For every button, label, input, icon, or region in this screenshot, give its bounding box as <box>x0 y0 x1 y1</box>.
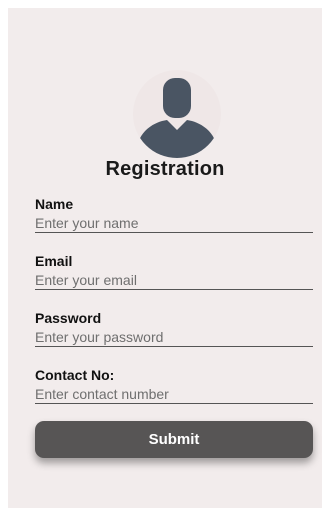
email-label: Email <box>35 253 73 269</box>
form-title: Registration <box>105 158 225 180</box>
contact-input[interactable] <box>35 385 313 404</box>
name-label: Name <box>35 196 74 212</box>
avatar <box>133 70 221 158</box>
email-field-group: Email <box>35 253 313 290</box>
password-field-group: Password <box>35 310 313 347</box>
submit-button[interactable]: Submit <box>35 421 313 458</box>
password-label: Password <box>35 310 102 326</box>
user-avatar-icon <box>137 78 217 158</box>
name-field-group: Name <box>35 196 313 233</box>
password-input[interactable] <box>35 328 313 347</box>
contact-field-group: Contact No: <box>35 367 313 404</box>
contact-label: Contact No: <box>35 367 115 383</box>
name-input[interactable] <box>35 214 313 233</box>
email-input[interactable] <box>35 271 313 290</box>
registration-card: Registration Name Email Password Contact… <box>8 8 322 508</box>
